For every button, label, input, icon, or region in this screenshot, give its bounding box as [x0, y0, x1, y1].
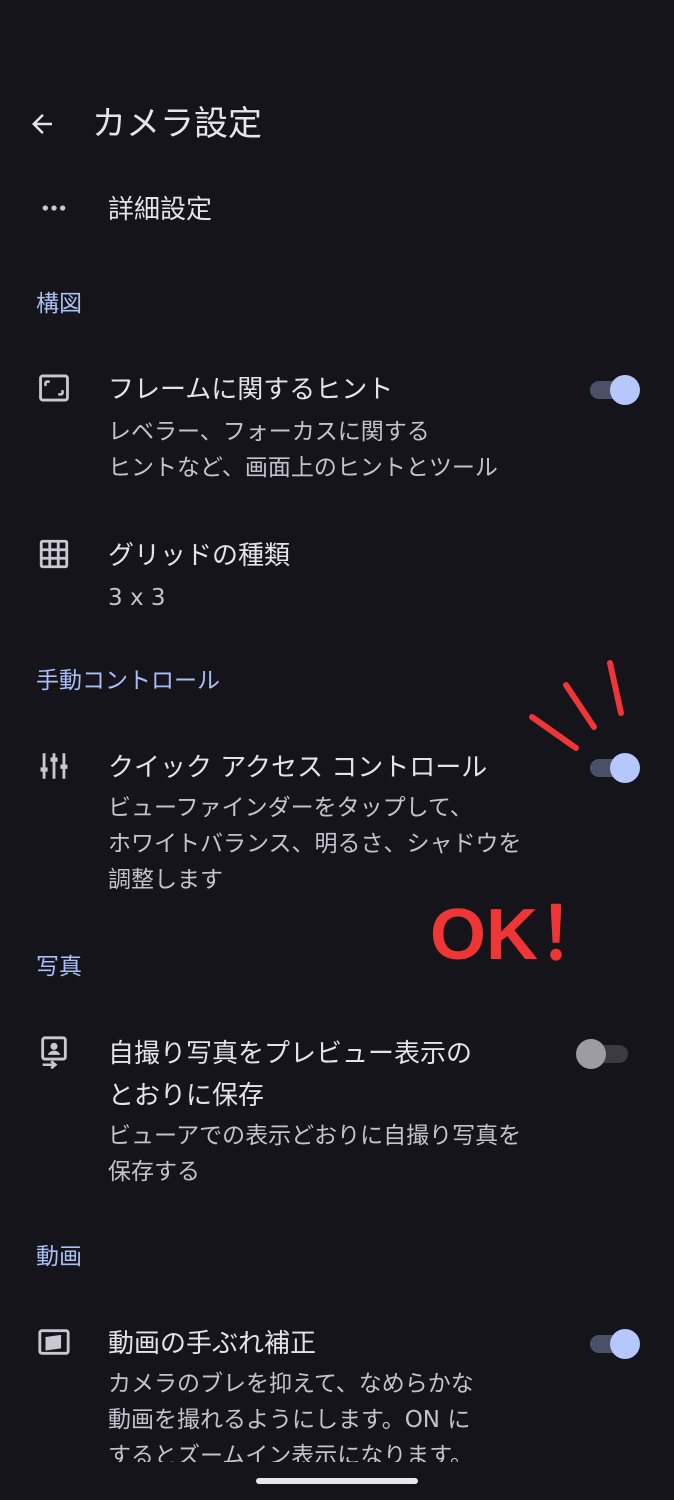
page-title: カメラ設定: [92, 104, 262, 144]
section-header-composition: 構図: [36, 291, 82, 317]
section-header-photo: 写真: [36, 954, 82, 980]
selfie-preview-toggle[interactable]: [576, 1034, 634, 1074]
advanced-settings-label: 詳細設定: [108, 195, 213, 225]
video-stabilization-description-line3: するとズームイン表示になります。: [108, 1443, 474, 1462]
video-stabilization-icon: [34, 1322, 74, 1362]
frame-icon: [34, 368, 74, 408]
grid-type-title: グリッドの種類: [108, 541, 291, 571]
grid-type-value: 3 x 3: [108, 585, 166, 611]
more-horiz-icon: [34, 188, 74, 228]
emphasis-lines-annotation: [529, 660, 624, 751]
section-header-manual-controls: 手動コントロール: [36, 668, 220, 694]
frame-hints-toggle[interactable]: [586, 370, 644, 410]
arrow-back-icon: [32, 114, 52, 134]
video-stabilization-title: 動画の手ぶれ補正: [108, 1329, 317, 1359]
grid-icon: [34, 534, 74, 574]
frame-hints-description-line2: ヒントなど、画面上のヒントとツール: [108, 455, 498, 481]
video-stabilization-toggle[interactable]: [586, 1324, 644, 1364]
frame-hints-item[interactable]: フレームに関するヒント レベラー、フォーカスに関する ヒントなど、画面上のヒント…: [0, 364, 674, 488]
selfie-preview-description-line2: 保存する: [108, 1159, 200, 1185]
selfie-preview-title-line1: 自撮り写真をプレビュー表示の: [108, 1039, 473, 1069]
frame-hints-title: フレームに関するヒント: [108, 375, 394, 405]
selfie-preview-title-line2: とおりに保存: [108, 1081, 265, 1111]
section-header-video: 動画: [36, 1244, 82, 1270]
back-button[interactable]: [18, 100, 66, 148]
quick-access-description-line3: 調整します: [108, 867, 223, 893]
quick-access-description-line2: ホワイトバランス、明るさ、シャドウを: [108, 831, 522, 857]
video-stabilization-description-line2: 動画を撮れるようにします。ON に: [108, 1407, 471, 1433]
selfie-preview-item[interactable]: 自撮り写真をプレビュー表示の とおりに保存 ビューアでの表示どおりに自撮り写真を…: [0, 1030, 674, 1194]
quick-access-controls-title: クイック アクセス コントロール: [108, 753, 488, 783]
video-stabilization-description-line1: カメラのブレを抑えて、なめらかな: [108, 1371, 474, 1397]
ok-annotation: OK！: [430, 895, 611, 975]
selfie-preview-description-line1: ビューアでの表示どおりに自撮り写真を: [108, 1123, 522, 1149]
tune-sliders-icon: [34, 746, 74, 786]
home-gesture-bar[interactable]: [256, 1478, 418, 1484]
quick-access-description-line1: ビューファインダーをタップして、: [108, 795, 473, 821]
advanced-settings-item[interactable]: 詳細設定: [0, 184, 674, 240]
video-stabilization-item[interactable]: 動画の手ぶれ補正 カメラのブレを抑えて、なめらかな 動画を撮れるようにします。O…: [0, 1318, 674, 1462]
quick-access-controls-item[interactable]: クイック アクセス コントロール ビューファインダーをタップして、 ホワイトバラ…: [0, 742, 674, 902]
selfie-save-icon: [34, 1032, 74, 1072]
frame-hints-description-line1: レベラー、フォーカスに関する: [108, 419, 430, 445]
grid-type-item[interactable]: グリッドの種類 3 x 3: [0, 530, 674, 616]
